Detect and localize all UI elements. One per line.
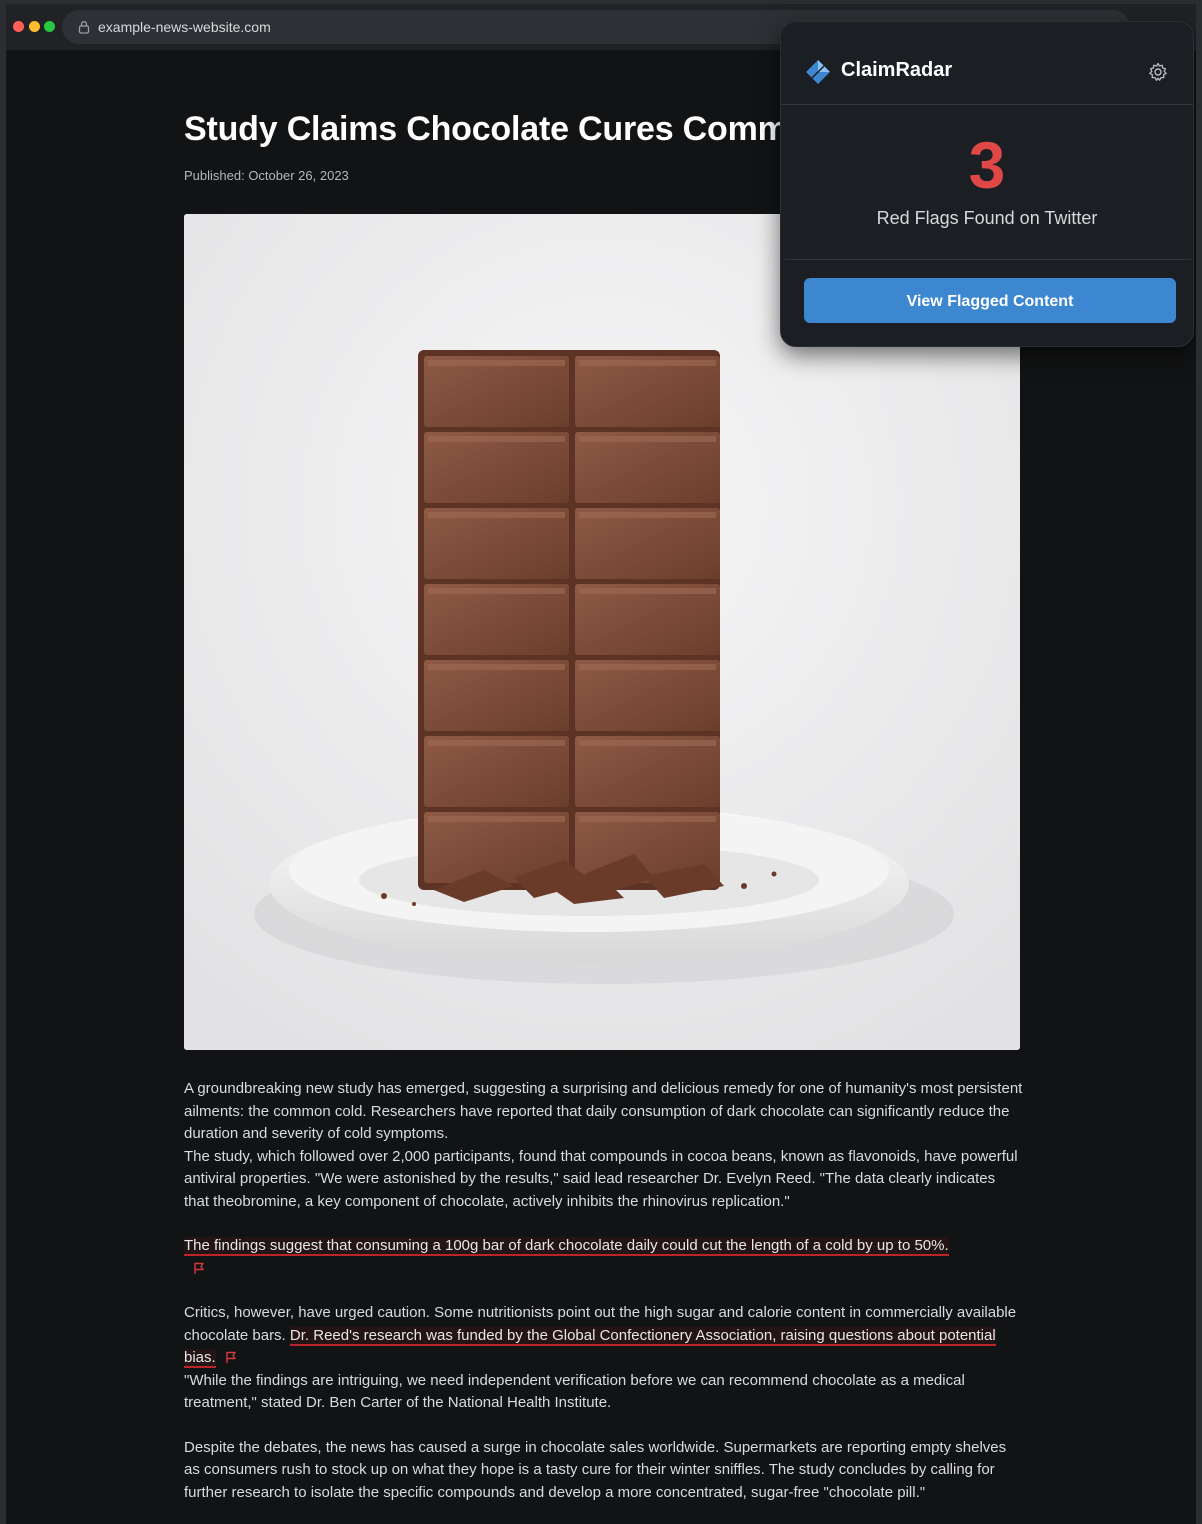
chocolate-tile <box>575 660 720 731</box>
gear-icon[interactable] <box>1148 62 1168 82</box>
chocolate-tile <box>575 508 720 579</box>
chocolate-tile <box>424 660 569 731</box>
maximize-window-button[interactable] <box>44 21 55 32</box>
minimize-window-button[interactable] <box>29 21 40 32</box>
article-paragraph: A groundbreaking new study has emerged, … <box>184 1080 1023 1142</box>
red-flag-label: Red Flags Found on Twitter <box>876 208 1098 228</box>
flag-icon[interactable] <box>192 1261 206 1275</box>
red-flag-count: 3 <box>968 128 1006 202</box>
divider <box>785 259 1191 260</box>
chocolate-tile <box>424 432 569 503</box>
url-text: example-news-website.com <box>98 19 271 35</box>
browser-window: example-news-website.com Study Claims Ch… <box>6 4 1196 1524</box>
extension-name: ClaimRadar <box>841 59 953 81</box>
chocolate-bar <box>418 350 720 890</box>
article-paragraph: Critics, however, have urged caution. So… <box>184 1302 1024 1370</box>
publish-date: Published: October 26, 2023 <box>184 168 349 183</box>
popup-header: ClaimRadar <box>781 22 1193 105</box>
lock-icon <box>78 21 90 34</box>
flag-icon[interactable] <box>224 1350 238 1364</box>
chocolate-tile <box>424 584 569 655</box>
chocolate-tile <box>424 508 569 579</box>
claimradar-popup: ClaimRadar 3 Red Flags Found on Twitter … <box>780 21 1194 347</box>
article-paragraph: "While the findings are intriguing, we n… <box>184 1371 965 1412</box>
view-flagged-content-button[interactable]: View Flagged Content <box>804 278 1176 323</box>
article-body: A groundbreaking new study has emerged, … <box>184 1078 1024 1504</box>
chocolate-tile <box>575 356 720 427</box>
chocolate-tile <box>424 736 569 807</box>
chocolate-tile <box>575 432 720 503</box>
chocolate-tile <box>424 356 569 427</box>
flagged-claim[interactable]: The findings suggest that consuming a 10… <box>184 1237 949 1256</box>
logo-icon <box>806 60 830 84</box>
flagged-claim[interactable]: Dr. Reed's research was funded by the Gl… <box>184 1326 996 1368</box>
article-paragraph: The study, which followed over 2,000 par… <box>184 1147 1018 1210</box>
close-window-button[interactable] <box>13 21 24 32</box>
chocolate-tile <box>575 736 720 807</box>
flagged-paragraph: The findings suggest that consuming a 10… <box>184 1235 1024 1280</box>
article-paragraph: Despite the debates, the news has caused… <box>184 1438 1007 1501</box>
chocolate-tile <box>575 584 720 655</box>
